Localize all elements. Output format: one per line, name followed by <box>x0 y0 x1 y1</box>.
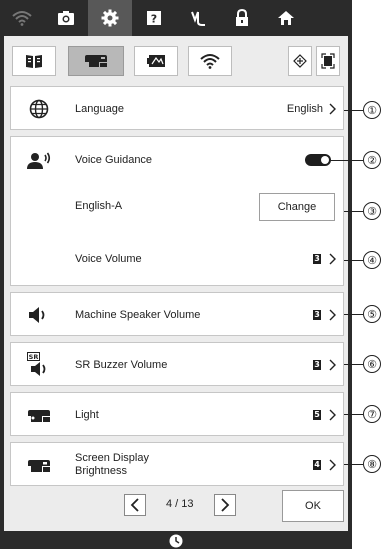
callout-marker: ⑥ <box>363 355 381 373</box>
callout-line <box>330 160 363 161</box>
light-level: 5 <box>313 410 321 420</box>
svg-text:?: ? <box>151 13 157 26</box>
chevron-right-icon <box>329 309 336 321</box>
speaker-icon <box>25 303 53 327</box>
device-screen: ? Language English Voice Guidance Englis… <box>0 0 352 549</box>
voice-volume-label: Voice Volume <box>75 253 142 265</box>
machine-speaker-volume-level: 3 <box>313 310 321 320</box>
wifi-icon[interactable] <box>0 0 44 36</box>
stitch-icon[interactable] <box>176 0 220 36</box>
chevron-right-icon <box>329 103 336 115</box>
light-setting[interactable]: Light 5 <box>10 392 344 436</box>
clock-icon <box>169 534 183 548</box>
fullscreen-icon[interactable] <box>316 46 340 76</box>
next-page-button[interactable] <box>214 494 236 516</box>
chevron-right-icon <box>221 498 230 512</box>
screen-brightness-label: Screen Display Brightness <box>75 452 149 477</box>
callout-marker: ⑧ <box>363 455 381 473</box>
embroidery-settings-tab[interactable] <box>68 46 124 76</box>
voice-guidance-toggle[interactable] <box>305 154 331 166</box>
callout-marker: ⑤ <box>363 305 381 323</box>
chevron-right-icon <box>329 359 336 371</box>
scan-icon[interactable] <box>288 46 312 76</box>
page-indicator: 4 / 13 <box>166 498 194 510</box>
callout-marker: ③ <box>363 202 381 220</box>
machine-screen-icon <box>25 454 53 478</box>
callout-marker: ④ <box>363 251 381 269</box>
callout-line <box>344 110 363 111</box>
network-settings-tab[interactable] <box>188 46 232 76</box>
callout-line <box>344 211 363 212</box>
home-icon[interactable] <box>264 0 308 36</box>
previous-page-button[interactable] <box>124 494 146 516</box>
machine-light-icon <box>25 404 53 428</box>
callout-marker: ② <box>363 151 381 169</box>
callout-marker: ① <box>363 101 381 119</box>
globe-icon <box>25 97 53 121</box>
callout-line <box>344 364 363 365</box>
sr-buzzer-volume-label: SR Buzzer Volume <box>75 359 168 371</box>
embroidery-frame-icon <box>147 55 165 67</box>
book-icon <box>26 55 42 68</box>
voice-settings-group: Voice Guidance English-A Change Voice Vo… <box>10 136 344 286</box>
sewing-settings-tab[interactable] <box>12 46 56 76</box>
change-voice-button[interactable]: Change <box>259 193 335 221</box>
language-value: English <box>286 103 323 115</box>
screen-brightness-setting[interactable]: Screen Display Brightness 4 <box>10 442 344 486</box>
chevron-right-icon <box>329 253 336 265</box>
camera-icon[interactable] <box>44 0 88 36</box>
settings-panel: Language English Voice Guidance English-… <box>4 36 348 531</box>
callout-marker: ⑦ <box>363 405 381 423</box>
callout-line <box>344 414 363 415</box>
machine-speaker-volume-label: Machine Speaker Volume <box>75 309 201 321</box>
sr-buzzer-volume-setting[interactable]: SR SR Buzzer Volume 3 <box>10 342 344 386</box>
callout-line <box>344 314 363 315</box>
help-icon[interactable]: ? <box>132 0 176 36</box>
wireless-icon <box>200 54 220 69</box>
voice-type-label: English-A <box>75 200 123 212</box>
speaking-person-icon <box>25 149 53 173</box>
voice-volume-setting[interactable]: Voice Volume 3 <box>11 237 345 281</box>
sr-speaker-icon: SR <box>25 351 53 379</box>
ok-button[interactable]: OK <box>282 490 344 522</box>
callout-line <box>344 260 363 261</box>
sr-buzzer-volume-level: 3 <box>313 360 321 370</box>
lock-icon[interactable] <box>220 0 264 36</box>
sr-icon-text: SR <box>29 353 39 361</box>
voice-guidance-label: Voice Guidance <box>75 154 153 166</box>
chevron-right-icon <box>329 409 336 421</box>
sewing-machine-icon <box>85 55 107 67</box>
settings-icon[interactable] <box>88 0 132 36</box>
top-toolbar: ? <box>0 0 352 36</box>
language-setting[interactable]: Language English <box>10 86 344 130</box>
machine-settings-tab[interactable] <box>134 46 178 76</box>
voice-type-row: English-A Change <box>11 185 345 229</box>
callout-line <box>344 464 363 465</box>
language-label: Language <box>75 103 124 115</box>
light-label: Light <box>75 409 99 421</box>
chevron-left-icon <box>130 498 139 512</box>
voice-guidance-row: Voice Guidance <box>11 137 345 181</box>
bottom-status-bar <box>0 531 352 549</box>
chevron-right-icon <box>329 459 336 471</box>
screen-brightness-level: 4 <box>313 460 321 470</box>
machine-speaker-volume-setting[interactable]: Machine Speaker Volume 3 <box>10 292 344 336</box>
voice-volume-level: 3 <box>313 254 321 264</box>
